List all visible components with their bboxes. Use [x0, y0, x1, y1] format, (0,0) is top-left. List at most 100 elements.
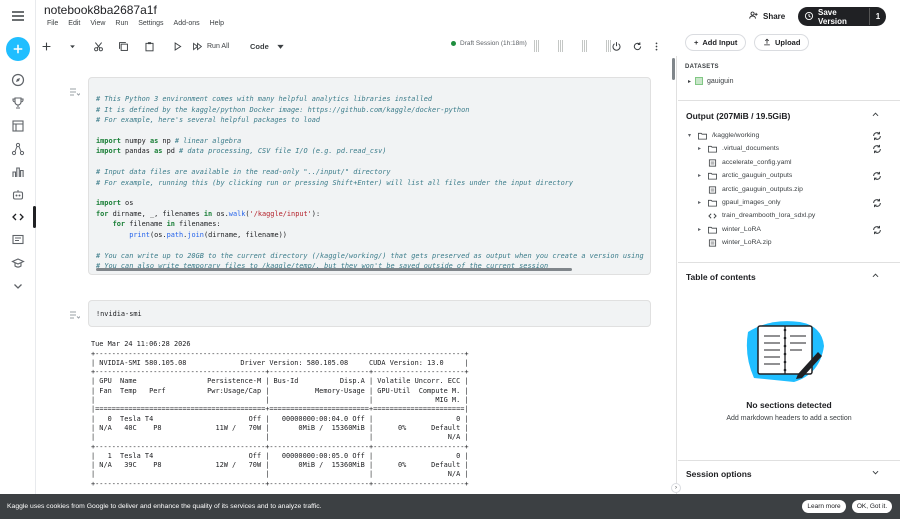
horizontal-scrollbar[interactable]	[96, 268, 572, 271]
create-icon[interactable]	[6, 37, 30, 61]
cell-type-select[interactable]: Code	[250, 39, 286, 53]
sync-icon[interactable]	[872, 225, 882, 235]
tree-item[interactable]: accelerate_config.yaml	[678, 158, 900, 170]
more-icon[interactable]	[9, 277, 27, 295]
expand-arrow-icon[interactable]: ▸	[688, 78, 691, 85]
menu-add-ons[interactable]: Add-ons	[174, 20, 200, 27]
code-cell-2[interactable]: !nvidia-smi	[88, 300, 651, 327]
tree-item[interactable]: ▸ arctic_gauguin_outputs	[678, 171, 900, 183]
tree-item[interactable]: ▸ gpaul_images_only	[678, 198, 900, 210]
tree-item[interactable]: ▸ .virtual_documents	[678, 144, 900, 156]
session-status-dot	[451, 41, 456, 46]
chevron-up-icon[interactable]	[871, 110, 880, 121]
session-options-title[interactable]: Session options	[686, 469, 752, 479]
share-button[interactable]: Share	[749, 10, 785, 22]
school-icon[interactable]	[9, 186, 27, 204]
output-line: +---------------------------------------…	[91, 368, 469, 377]
chevron-up-icon[interactable]	[871, 271, 880, 282]
tree-item-name: accelerate_config.yaml	[722, 158, 792, 166]
menu-file[interactable]: File	[47, 20, 58, 27]
vertical-scrollbar[interactable]	[672, 58, 675, 80]
copy-icon[interactable]	[118, 39, 129, 53]
cut-icon[interactable]	[93, 39, 104, 53]
dataset-item[interactable]: ▸ gauiguin	[688, 77, 733, 85]
run-all-button[interactable]: Run All	[192, 39, 229, 53]
menu-settings[interactable]: Settings	[138, 20, 163, 27]
restart-icon[interactable]	[632, 39, 643, 53]
output-line: | | | N/A |	[91, 470, 469, 479]
expand-arrow-icon[interactable]: ▸	[698, 145, 701, 152]
tree-item[interactable]: train_dreambooth_lora_sdxl.py	[678, 211, 900, 223]
code-icon[interactable]	[9, 208, 27, 226]
ram-meter[interactable]	[558, 40, 565, 52]
save-version-button[interactable]: Save Version 1	[798, 7, 886, 26]
expand-arrow-icon[interactable]: ▸	[698, 226, 701, 233]
version-count-badge[interactable]: 1	[868, 8, 886, 25]
folder-icon	[698, 132, 707, 140]
code-line: # It is defined by the kaggle/python Doc…	[96, 105, 470, 114]
tree-item-name: winter_LoRA.zip	[722, 239, 772, 247]
code-line: ​	[96, 188, 643, 198]
tree-item[interactable]: winter_LoRA.zip	[678, 238, 900, 250]
cookie-text: Kaggle uses cookies from Google to deliv…	[7, 503, 322, 510]
chart-icon[interactable]	[9, 163, 27, 181]
chevron-down-icon[interactable]	[871, 468, 880, 479]
menu-edit[interactable]: Edit	[68, 20, 80, 27]
expand-arrow-icon[interactable]: ▸	[698, 172, 701, 179]
comments-icon[interactable]	[9, 231, 27, 249]
run-cell-icon[interactable]	[172, 39, 183, 53]
expand-arrow-icon[interactable]: ▸	[698, 199, 701, 206]
code-line: print(os.path.join(dirname, filename))	[129, 230, 287, 239]
session-status[interactable]: Draft Session (1h:18m)	[451, 40, 527, 47]
menu-run[interactable]: Run	[115, 20, 128, 27]
output-section-title[interactable]: Output (207MiB / 19.5GiB)	[686, 111, 790, 121]
output-line: | | | N/A |	[91, 433, 469, 442]
output-line: | 0 Tesla T4 Off | 00000000:00:04.0 Off …	[91, 414, 469, 423]
notebook-title[interactable]: notebook8ba2687a1f	[44, 3, 157, 17]
cell-menu-icon[interactable]	[70, 306, 81, 319]
code-line: # This Python 3 environment comes with m…	[96, 95, 433, 104]
code-line: # For example, here's several helpful pa…	[96, 116, 321, 125]
tree-item[interactable]: arctic_gauguin_outputs.zip	[678, 185, 900, 197]
dataset-icon	[695, 77, 704, 85]
add-input-button[interactable]: + Add Input	[685, 34, 747, 51]
sync-icon[interactable]	[872, 131, 882, 141]
chevron-down-icon[interactable]	[67, 39, 78, 53]
tree-item[interactable]: ▾ /kaggle/working	[678, 131, 900, 143]
learn-more-button[interactable]: Learn more	[802, 500, 846, 513]
sync-icon[interactable]	[872, 144, 882, 154]
sync-icon[interactable]	[872, 198, 882, 208]
learn-icon[interactable]	[9, 254, 27, 272]
power-icon[interactable]	[611, 39, 622, 53]
cell-type-label: Code	[250, 41, 269, 51]
code-line: for dirname, _, filenames in os.walk('/k…	[96, 209, 321, 218]
cpu-meter[interactable]	[534, 40, 541, 52]
notebook-toolbar: Run All Code Draft Session (1h:18m)	[36, 36, 664, 56]
save-icon	[804, 11, 814, 23]
collapse-arrow-icon[interactable]: ▾	[688, 132, 691, 139]
output-line: | NVIDIA-SMI 580.105.08 Driver Version: …	[91, 358, 469, 367]
menu-icon[interactable]	[9, 7, 27, 25]
output-line: +---------------------------------------…	[91, 479, 469, 488]
table-icon[interactable]	[9, 117, 27, 135]
trophy-icon[interactable]	[9, 94, 27, 112]
gpu-meter[interactable]	[582, 40, 589, 52]
upload-label: Upload	[775, 38, 801, 47]
add-cell-icon[interactable]	[41, 39, 52, 53]
toc-title[interactable]: Table of contents	[686, 272, 756, 282]
more-options-icon[interactable]	[651, 39, 662, 53]
code-cell-1[interactable]: # This Python 3 environment comes with m…	[88, 77, 651, 275]
menu-help[interactable]: Help	[210, 20, 224, 27]
panel-splitter[interactable]	[667, 56, 677, 494]
cell-menu-icon[interactable]	[70, 83, 81, 96]
upload-button[interactable]: Upload	[754, 34, 810, 51]
compass-icon[interactable]	[9, 71, 27, 89]
sync-icon[interactable]	[872, 171, 882, 181]
tree-item[interactable]: ▸ winter_LoRA	[678, 225, 900, 237]
ok-got-it-button[interactable]: OK, Got it.	[852, 500, 892, 513]
models-icon[interactable]	[9, 140, 27, 158]
tree-item-name: .virtual_documents	[722, 145, 780, 153]
paste-icon[interactable]	[144, 39, 155, 53]
menu-view[interactable]: View	[90, 20, 105, 27]
code-line: import pandas as pd # data processing, C…	[96, 147, 387, 156]
